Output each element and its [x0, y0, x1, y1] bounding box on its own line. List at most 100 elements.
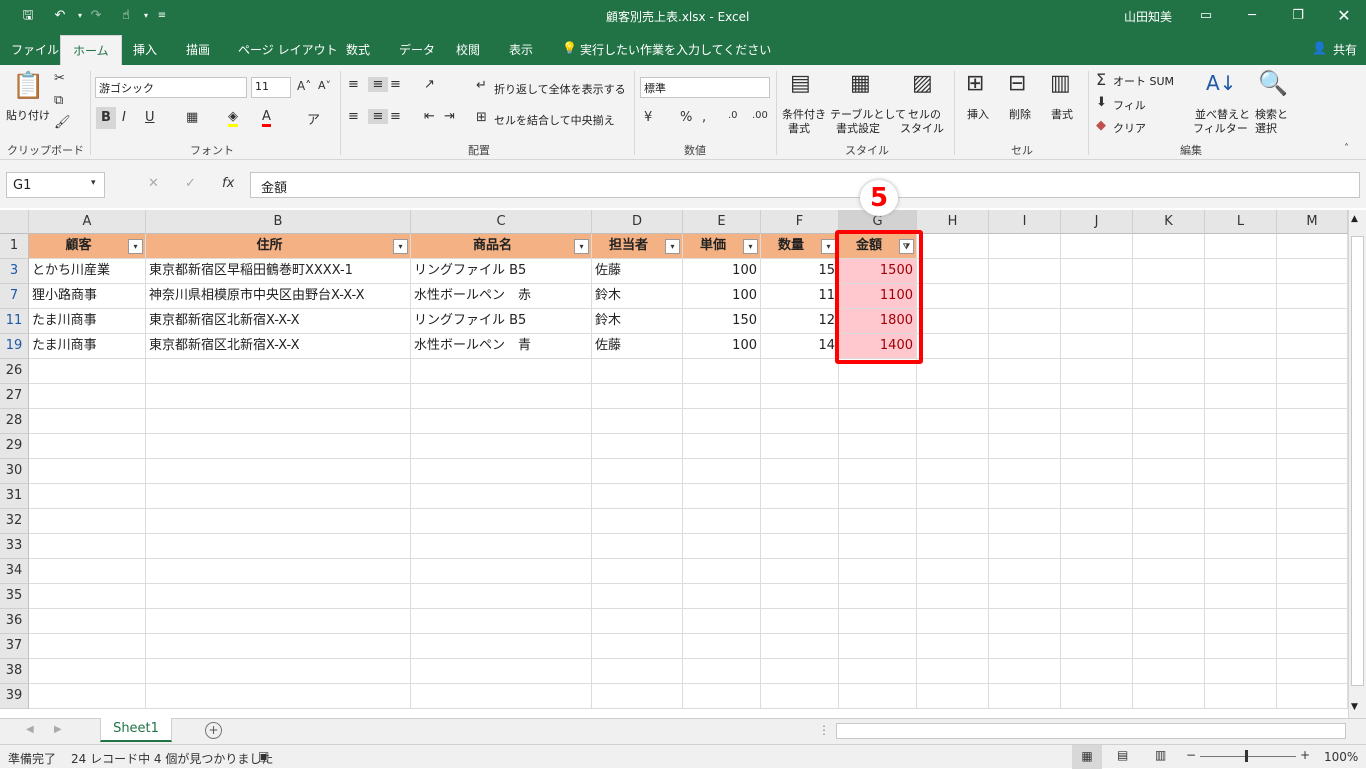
empty-row-cell-g[interactable] — [839, 659, 917, 684]
empty-row-cell-a[interactable] — [29, 509, 146, 534]
increase-decimal-icon[interactable]: .0 — [728, 110, 738, 121]
column-header-h[interactable]: H — [917, 210, 989, 234]
empty-row-cell-c[interactable] — [411, 384, 592, 409]
empty-row-cell-h[interactable] — [917, 409, 989, 434]
delete-cells-button[interactable]: 削除 — [1009, 106, 1031, 122]
empty-row-cell-c[interactable] — [411, 409, 592, 434]
empty-row-cell-k[interactable] — [1133, 409, 1205, 434]
align-top-icon[interactable]: ≡ — [348, 77, 359, 92]
empty-row-cell-a[interactable] — [29, 659, 146, 684]
empty-row-cell-d[interactable] — [592, 409, 683, 434]
empty-row-cell-k[interactable] — [1133, 559, 1205, 584]
empty-row-cell-a[interactable] — [29, 684, 146, 709]
row-header[interactable]: 33 — [0, 534, 29, 559]
empty-row-cell-f[interactable] — [761, 384, 839, 409]
format-cells-button[interactable]: 書式 — [1051, 106, 1073, 122]
tab-review[interactable]: 校閲 — [456, 41, 480, 58]
empty-row-cell-b[interactable] — [146, 634, 411, 659]
empty-row-cell-b[interactable] — [146, 584, 411, 609]
empty-row-cell-f[interactable] — [761, 659, 839, 684]
filter-dropdown-icon[interactable]: ▾ — [393, 239, 408, 254]
format-table-label-2[interactable]: 書式設定 — [836, 120, 880, 136]
increase-indent-icon[interactable]: ⇥ — [444, 109, 455, 124]
header-row-cell-i[interactable] — [989, 234, 1061, 259]
column-header-f[interactable]: F — [761, 210, 839, 234]
name-box-dropdown-icon[interactable]: ▾ — [91, 178, 96, 188]
empty-row-cell-a[interactable] — [29, 384, 146, 409]
empty-row-cell-c[interactable] — [411, 434, 592, 459]
tab-page-layout[interactable]: ページ レイアウト — [238, 41, 338, 58]
percent-icon[interactable]: % — [680, 110, 692, 125]
empty-row-cell-l[interactable] — [1205, 459, 1277, 484]
add-sheet-icon[interactable]: + — [205, 722, 222, 739]
table-row-cell-i[interactable] — [989, 284, 1061, 309]
table-row-cell-b[interactable]: 東京都新宿区早稲田鶴巻町XXXX-1 — [146, 259, 411, 284]
empty-row-cell-a[interactable] — [29, 534, 146, 559]
empty-row-cell-i[interactable] — [989, 459, 1061, 484]
header-row-cell-a[interactable]: 顧客 ▾ — [29, 234, 146, 259]
merge-center-button[interactable]: セルを結合して中央揃え — [494, 112, 615, 128]
insert-function-icon[interactable]: fx — [222, 176, 234, 191]
empty-row-cell-m[interactable] — [1277, 459, 1348, 484]
empty-row-cell-a[interactable] — [29, 634, 146, 659]
align-bottom-icon[interactable]: ≡ — [390, 77, 401, 92]
row-header[interactable]: 36 — [0, 609, 29, 634]
share-icon[interactable]: 👤 — [1312, 41, 1327, 55]
table-row-cell-h[interactable] — [917, 309, 989, 334]
formula-input[interactable]: 金額 — [250, 172, 1360, 198]
select-all-corner[interactable] — [0, 210, 29, 234]
empty-row-cell-c[interactable] — [411, 584, 592, 609]
align-left-icon[interactable]: ≡ — [348, 109, 359, 124]
header-row-cell-k[interactable] — [1133, 234, 1205, 259]
table-row-cell-l[interactable] — [1205, 284, 1277, 309]
empty-row-cell-m[interactable] — [1277, 409, 1348, 434]
empty-row-cell-d[interactable] — [592, 384, 683, 409]
scroll-down-icon[interactable]: ▼ — [1351, 702, 1358, 712]
align-right-icon[interactable]: ≡ — [390, 109, 401, 124]
empty-row-cell-f[interactable] — [761, 634, 839, 659]
empty-row-cell-b[interactable] — [146, 659, 411, 684]
empty-row-cell-c[interactable] — [411, 634, 592, 659]
empty-row-cell-e[interactable] — [683, 459, 761, 484]
empty-row-cell-b[interactable] — [146, 559, 411, 584]
filter-dropdown-icon[interactable]: ▾ — [821, 239, 836, 254]
empty-row-cell-g[interactable] — [839, 609, 917, 634]
zoom-out-icon[interactable]: − — [1186, 748, 1196, 762]
table-row-cell-m[interactable] — [1277, 284, 1348, 309]
empty-row-cell-k[interactable] — [1133, 509, 1205, 534]
increase-font-icon[interactable]: A˄ — [297, 79, 311, 93]
empty-row-cell-i[interactable] — [989, 634, 1061, 659]
table-row-cell-a[interactable]: とかち川産業 — [29, 259, 146, 284]
prev-sheet-icon[interactable]: ◀ — [26, 724, 34, 735]
empty-row-cell-f[interactable] — [761, 434, 839, 459]
empty-row-cell-e[interactable] — [683, 584, 761, 609]
empty-row-cell-i[interactable] — [989, 559, 1061, 584]
empty-row-cell-k[interactable] — [1133, 459, 1205, 484]
table-row-cell-c[interactable]: リングファイル B5 — [411, 309, 592, 334]
empty-row-cell-f[interactable] — [761, 559, 839, 584]
header-row-cell-l[interactable] — [1205, 234, 1277, 259]
empty-row-cell-h[interactable] — [917, 359, 989, 384]
empty-row-cell-k[interactable] — [1133, 384, 1205, 409]
table-row-cell-l[interactable] — [1205, 259, 1277, 284]
filter-dropdown-icon[interactable]: ▾ — [665, 239, 680, 254]
tab-home[interactable]: ホーム — [60, 35, 122, 65]
empty-row-cell-a[interactable] — [29, 359, 146, 384]
autosum-button[interactable]: オート SUM — [1113, 73, 1174, 89]
empty-row-cell-a[interactable] — [29, 409, 146, 434]
empty-row-cell-e[interactable] — [683, 509, 761, 534]
tab-draw[interactable]: 描画 — [186, 41, 210, 58]
empty-row-cell-a[interactable] — [29, 459, 146, 484]
table-row-cell-e[interactable]: 150 — [683, 309, 761, 334]
user-name[interactable]: 山田知美 — [1124, 8, 1172, 25]
empty-row-cell-a[interactable] — [29, 434, 146, 459]
table-row-cell-e[interactable]: 100 — [683, 259, 761, 284]
empty-row-cell-j[interactable] — [1061, 559, 1133, 584]
empty-row-cell-b[interactable] — [146, 434, 411, 459]
row-header[interactable]: 32 — [0, 509, 29, 534]
row-header[interactable]: 27 — [0, 384, 29, 409]
table-row-cell-f[interactable]: 14 — [761, 334, 839, 359]
empty-row-cell-c[interactable] — [411, 559, 592, 584]
table-row-cell-i[interactable] — [989, 334, 1061, 359]
empty-row-cell-d[interactable] — [592, 484, 683, 509]
